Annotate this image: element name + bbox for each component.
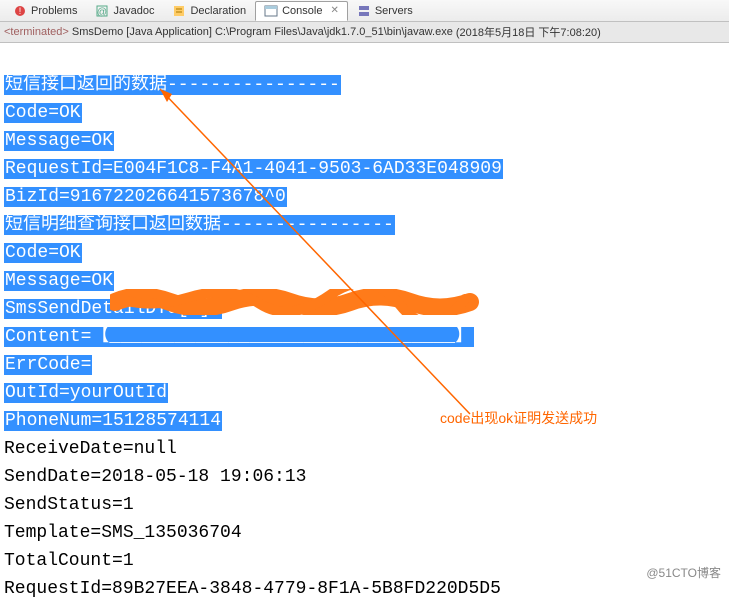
- svg-text:!: !: [19, 6, 22, 16]
- console-line: OutId=yourOutId: [4, 379, 725, 407]
- console-line: Code=OK: [4, 239, 725, 267]
- tab-label: Servers: [375, 5, 413, 17]
- console-line: RequestId=E004F1C8-F4A1-4041-9503-6AD33E…: [4, 155, 725, 183]
- svg-text:@: @: [97, 7, 107, 18]
- console-line: RequestId=89B27EEA-3848-4779-8F1A-5B8FD2…: [4, 575, 725, 603]
- console-line: BizId=916722026641573678^0: [4, 183, 725, 211]
- tab-declaration[interactable]: Declaration: [163, 1, 255, 21]
- tab-console[interactable]: Console ✕: [255, 1, 348, 21]
- console-line: 短信接口返回的数据----------------: [4, 71, 725, 99]
- annotation-note: code出现ok证明发送成功: [440, 408, 597, 428]
- console-line: 短信明细查询接口返回数据----------------: [4, 211, 725, 239]
- tab-javadoc[interactable]: @ Javadoc: [86, 1, 163, 21]
- declaration-icon: [172, 4, 186, 18]
- console-line: SendStatus=1: [4, 491, 725, 519]
- console-line: Message=OK: [4, 267, 725, 295]
- console-line: PhoneNum=15128574114: [4, 407, 725, 435]
- console-status-line: <terminated> SmsDemo [Java Application] …: [0, 22, 729, 43]
- console-line: SmsSendDetailDTO[0]:: [4, 295, 725, 323]
- tab-label: Problems: [31, 5, 77, 17]
- javadoc-icon: @: [95, 4, 109, 18]
- launch-timestamp: (2018年5月18日 下午7:08:20): [456, 24, 601, 40]
- terminated-label: <terminated>: [4, 26, 69, 38]
- console-line: ReceiveDate=null: [4, 435, 725, 463]
- app-name: SmsDemo [Java Application]: [72, 26, 212, 38]
- console-line: ErrCode=: [4, 351, 725, 379]
- console-line: Template=SMS_135036704: [4, 519, 725, 547]
- servers-icon: [357, 4, 371, 18]
- view-tab-bar: ! Problems @ Javadoc Declaration Console…: [0, 0, 729, 22]
- close-icon[interactable]: ✕: [330, 5, 338, 16]
- problems-icon: !: [13, 4, 27, 18]
- tab-label: Javadoc: [113, 5, 154, 17]
- console-line: Content=【_______________________________…: [4, 323, 725, 351]
- console-line: TotalCount=1: [4, 547, 725, 575]
- console-line: SendDate=2018-05-18 19:06:13: [4, 463, 725, 491]
- executable-path: C:\Program Files\Java\jdk1.7.0_51\bin\ja…: [215, 26, 453, 38]
- console-line: Message=OK: [4, 127, 725, 155]
- tab-label: Declaration: [190, 5, 246, 17]
- tab-servers[interactable]: Servers: [348, 1, 422, 21]
- tab-label: Console: [282, 5, 322, 17]
- tab-problems[interactable]: ! Problems: [4, 1, 86, 21]
- console-icon: [264, 4, 278, 18]
- console-line: Code=OK: [4, 99, 725, 127]
- watermark: @51CTO博客: [646, 564, 721, 581]
- console-output[interactable]: 短信接口返回的数据----------------Code=OKMessage=…: [0, 43, 729, 603]
